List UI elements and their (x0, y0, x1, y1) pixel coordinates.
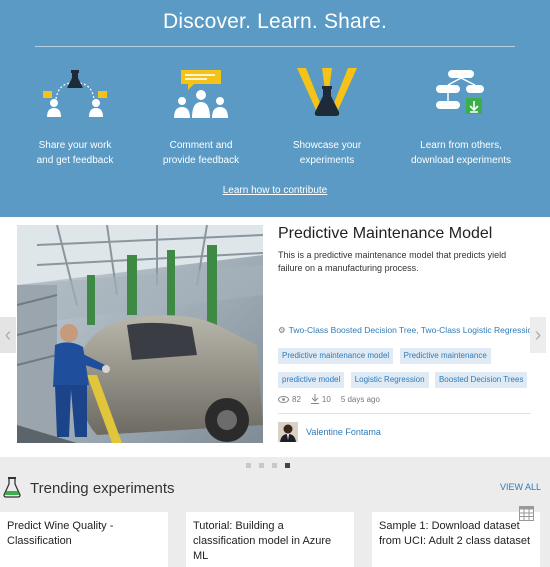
trending-card[interactable]: Sample 1: Download dataset from UCI: Adu… (372, 512, 540, 567)
feature-comment: Comment and provide feedback (136, 64, 266, 168)
age-stat: 5 days ago (340, 394, 380, 404)
trending-card-title: Predict Wine Quality - Classification (7, 520, 114, 547)
tag-item[interactable]: Boosted Decision Trees (434, 372, 528, 388)
feature-showcase-line1: Showcase your (292, 140, 362, 151)
views-count: 82 (292, 394, 301, 404)
tree-icon: ⚙ (278, 325, 286, 335)
author-divider (278, 413, 531, 414)
tag-item[interactable]: Predictive maintenance (399, 348, 491, 364)
downloads-stat: 10 (310, 394, 331, 404)
avatar[interactable] (278, 422, 298, 442)
page-dot[interactable] (246, 463, 251, 468)
featured-author: Valentine Fontama (278, 422, 381, 442)
feature-learn: Learn from others, download experiments (396, 64, 526, 168)
feature-showcase: Showcase your experiments (262, 64, 392, 168)
carousel-prev-button[interactable]: ‹ (0, 317, 16, 353)
flask-icon (3, 477, 21, 498)
algorithm-link[interactable]: Two-Class Boosted Decision Tree, Two-Cla… (289, 325, 533, 335)
flask-spotlight-icon (262, 64, 392, 124)
workflow-download-icon (396, 64, 526, 124)
featured-carousel: ‹ Predictive Maintenance Model This is a… (0, 217, 550, 457)
featured-model-title[interactable]: Predictive Maintenance Model (278, 225, 492, 243)
carousel-pagination (246, 463, 298, 468)
contribute-row: Learn how to contribute (0, 185, 550, 196)
page-dot-active[interactable] (285, 463, 290, 468)
trending-card[interactable]: Tutorial: Building a classification mode… (186, 512, 354, 567)
trending-title: Trending experiments (30, 480, 175, 497)
page-dot[interactable] (259, 463, 264, 468)
views-stat: 82 (278, 395, 301, 404)
trending-card[interactable]: Predict Wine Quality - Classification (0, 512, 168, 567)
featured-stats: 82 10 5 days ago (278, 394, 390, 404)
learn-contribute-link[interactable]: Learn how to contribute (223, 185, 328, 196)
feature-share-line1: Share your work (38, 140, 112, 151)
carousel-next-button[interactable]: › (530, 317, 546, 353)
feature-share-line2: and get feedback (36, 155, 114, 166)
algorithm-list: ⚙ Two-Class Boosted Decision Tree, Two-Cl… (278, 325, 533, 336)
feature-comment-line2: provide feedback (162, 155, 240, 166)
tag-item[interactable]: Logistic Regression (350, 372, 429, 388)
featured-model-description: This is a predictive maintenance model t… (278, 250, 507, 273)
feature-learn-line1: Learn from others, (420, 140, 502, 151)
comment-group-icon (136, 64, 266, 124)
chevron-right-icon: › (534, 323, 542, 346)
feature-share: Share your work and get feedback (10, 64, 140, 168)
download-icon (310, 394, 319, 404)
trending-header: Trending experiments VIEW ALL (0, 476, 550, 500)
feature-comment-line1: Comment and (169, 140, 233, 151)
tag-list: Predictive maintenance model Predictive … (278, 345, 533, 393)
feature-showcase-line2: experiments (299, 155, 355, 166)
feature-learn-line2: download experiments (410, 155, 512, 166)
banner-divider (35, 46, 515, 47)
author-name[interactable]: Valentine Fontama (306, 427, 381, 437)
page-dot[interactable] (272, 463, 277, 468)
share-network-icon (10, 64, 140, 124)
trending-card-title: Tutorial: Building a classification mode… (193, 520, 332, 562)
discover-banner: Discover. Learn. Share. Share your work … (0, 0, 550, 217)
chevron-left-icon: ‹ (4, 323, 12, 346)
view-all-link[interactable]: VIEW ALL (500, 482, 541, 492)
downloads-count: 10 (321, 394, 331, 404)
banner-title: Discover. Learn. Share. (162, 10, 388, 33)
featured-photo[interactable] (17, 225, 263, 443)
tag-item[interactable]: predictive model (278, 372, 345, 388)
grid-icon (519, 506, 534, 521)
tag-item[interactable]: Predictive maintenance model (278, 348, 394, 364)
trending-card-title: Sample 1: Download dataset from UCI: Adu… (379, 520, 531, 547)
eye-icon (278, 395, 289, 403)
